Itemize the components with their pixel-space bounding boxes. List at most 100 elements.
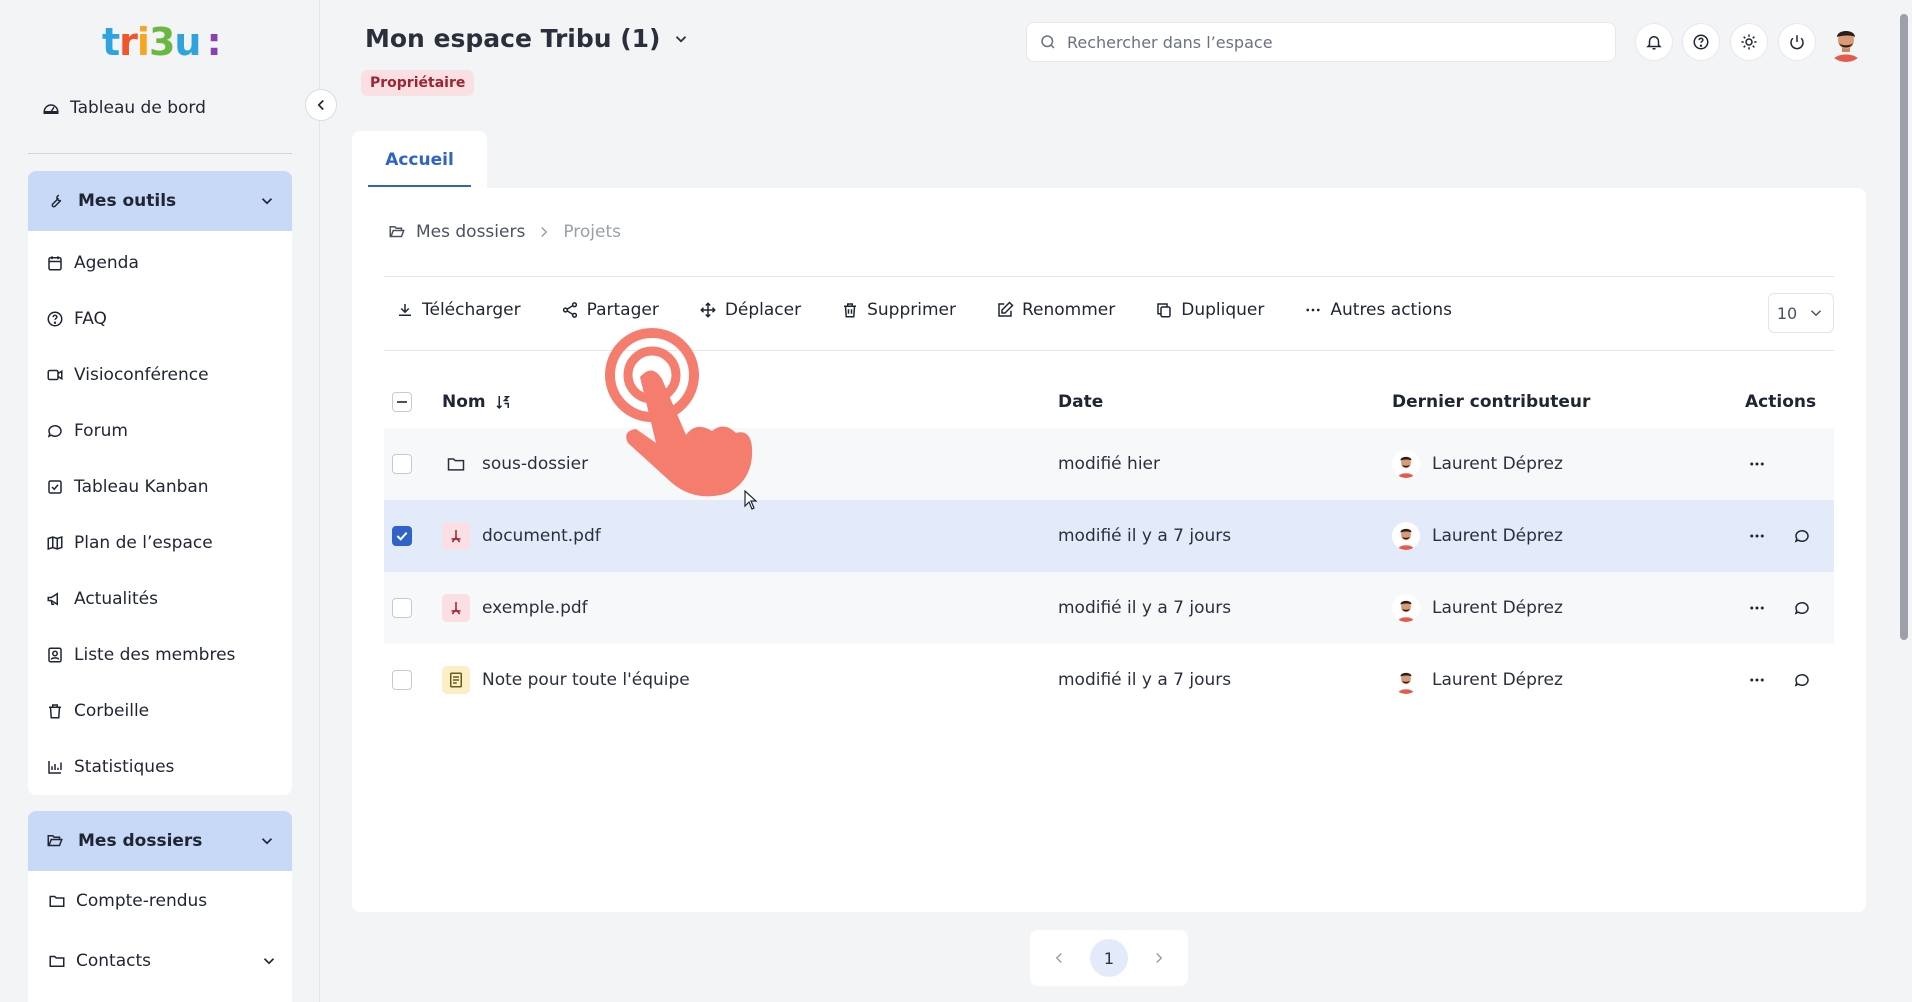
avatar [1392,522,1420,550]
help-button[interactable] [1682,23,1720,61]
sidebar-item-visio[interactable]: Visioconférence [28,347,292,403]
chevron-right-icon[interactable] [1150,949,1168,967]
row-actions-button[interactable] [1745,452,1769,476]
sidebar-item-agenda[interactable]: Agenda [28,235,292,291]
sort-icon [494,393,512,411]
file-name-cell[interactable]: Note pour toute l'équipe [442,666,690,694]
folder-icon [442,450,470,478]
breadcrumb-root[interactable]: Mes dossiers [416,222,525,242]
kanban-icon [46,478,64,496]
sidebar-folder-compte-rendus[interactable]: Compte-rendus [28,871,292,931]
theme-toggle-button[interactable] [1730,23,1768,61]
page-number[interactable]: 1 [1090,939,1128,977]
chevron-down-icon[interactable] [258,832,276,850]
file-name-cell[interactable]: sous-dossier [442,450,588,478]
pagination: 1 [1030,930,1188,986]
tab-accueil[interactable]: Accueil [352,131,487,189]
notifications-button[interactable] [1635,23,1673,61]
more-actions-button[interactable]: Autres actions [1304,300,1452,320]
duplicate-button[interactable]: Dupliquer [1155,300,1264,320]
chevron-down-icon [672,30,690,48]
divider [384,350,1834,351]
file-name: document.pdf [482,526,601,546]
download-icon [396,301,414,319]
sidebar-item-members[interactable]: Liste des membres [28,627,292,683]
row-actions-button[interactable] [1745,524,1769,548]
contributor-name: Laurent Déprez [1432,526,1563,546]
sidebar-item-label: Liste des membres [74,645,236,665]
sidebar-item-label: Tableau Kanban [74,477,209,497]
copy-icon [1155,301,1173,319]
comment-button[interactable] [1790,596,1814,620]
sidebar-item-stats[interactable]: Statistiques [28,739,292,795]
tools-section-header[interactable]: Mes outils [28,171,292,231]
column-header-name[interactable]: Nom [442,392,512,412]
sidebar-item-trash[interactable]: Corbeille [28,683,292,739]
select-all-checkbox[interactable] [392,392,412,412]
table-row[interactable]: document.pdf modifié il y a 7 jours Laur… [384,500,1834,572]
table-row[interactable]: exemple.pdf modifié il y a 7 jours Laure… [384,572,1834,644]
wrench-icon [46,192,64,210]
contributor-cell: Laurent Déprez [1392,522,1563,550]
row-checkbox[interactable] [392,526,412,546]
breadcrumb: Mes dossiers Projets [388,222,621,242]
comment-button[interactable] [1790,524,1814,548]
sidebar-item-label: Visioconférence [74,365,209,385]
row-checkbox[interactable] [392,454,412,474]
scrollbar[interactable] [1900,14,1908,640]
folders-section-header[interactable]: Mes dossiers [28,811,292,871]
file-name-cell[interactable]: exemple.pdf [442,594,588,622]
space-selector[interactable]: Mon espace Tribu (1) [365,24,690,53]
contributor-cell: Laurent Déprez [1392,666,1563,694]
contributor-name: Laurent Déprez [1432,670,1563,690]
search-input[interactable] [1067,32,1607,52]
help-circle-icon [46,310,64,328]
collapse-sidebar-button[interactable] [305,89,337,121]
move-button[interactable]: Déplacer [699,300,801,320]
chevron-left-icon[interactable] [1050,949,1068,967]
chevron-down-icon[interactable] [258,192,276,210]
sidebar-item-dashboard[interactable]: Tableau de bord [42,98,206,118]
sidebar-item-label: FAQ [74,309,107,329]
sidebar-item-news[interactable]: Actualités [28,571,292,627]
sidebar-item-forum[interactable]: Forum [28,403,292,459]
sidebar-item-plan[interactable]: Plan de l’espace [28,515,292,571]
sidebar-folder-contacts[interactable]: Contacts [28,931,292,991]
row-actions-button[interactable] [1745,668,1769,692]
folder-icon [48,952,66,970]
file-name-cell[interactable]: document.pdf [442,522,601,550]
rename-button[interactable]: Renommer [996,300,1115,320]
sidebar-item-faq[interactable]: FAQ [28,291,292,347]
per-page-select[interactable]: 10 [1768,293,1834,333]
more-horizontal-icon [1748,455,1766,473]
avatar [1392,450,1420,478]
search-box[interactable] [1026,22,1616,62]
user-avatar[interactable] [1826,22,1866,62]
file-name: sous-dossier [482,454,589,474]
page-title: Mon espace Tribu (1) [365,24,661,53]
chevron-down-icon[interactable] [260,952,278,970]
table-row[interactable]: sous-dossier modifié hier Laurent Déprez [384,428,1834,500]
row-checkbox[interactable] [392,670,412,690]
tribu-logo[interactable]: t r i 3 u : [102,20,222,64]
folders-card: Mes dossiers Compte-rendus Contacts [28,811,292,1002]
sidebar-item-kanban[interactable]: Tableau Kanban [28,459,292,515]
move-icon [699,301,717,319]
table-row[interactable]: Note pour toute l'équipe modifié il y a … [384,644,1834,716]
logout-button[interactable] [1778,23,1816,61]
column-header-contributor[interactable]: Dernier contributeur [1392,392,1590,412]
row-checkbox[interactable] [392,598,412,618]
share-icon [561,301,579,319]
delete-button[interactable]: Supprimer [841,300,956,320]
row-actions-button[interactable] [1745,596,1769,620]
share-button[interactable]: Partager [561,300,659,320]
download-button[interactable]: Télécharger [396,300,521,320]
file-name: exemple.pdf [482,598,588,618]
column-header-label: Nom [442,392,486,412]
tab-label: Accueil [385,150,454,170]
column-header-date[interactable]: Date [1058,392,1103,412]
duplicate-label: Dupliquer [1181,300,1265,320]
comment-icon [1793,527,1811,545]
comment-button[interactable] [1790,668,1814,692]
contributor-cell: Laurent Déprez [1392,450,1563,478]
